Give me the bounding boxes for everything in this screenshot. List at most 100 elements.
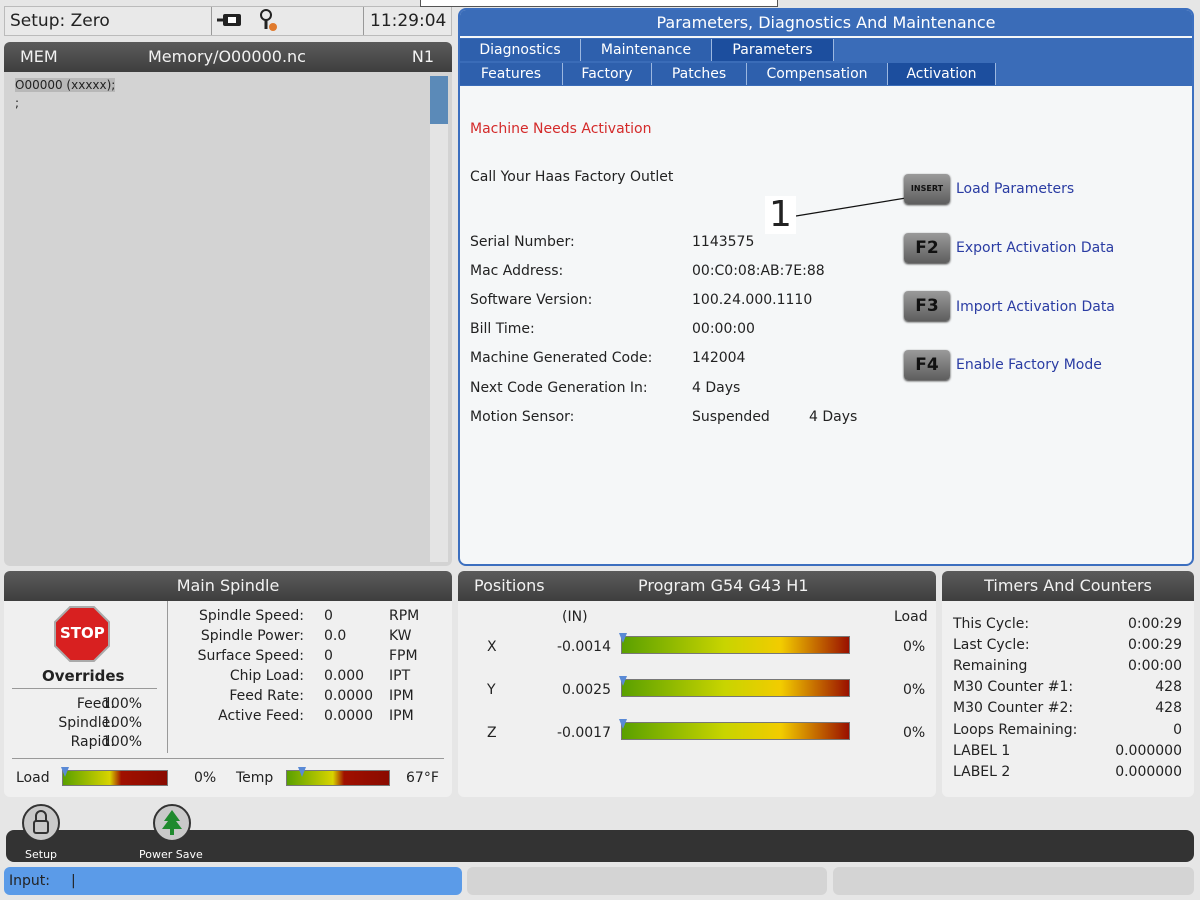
load-label: Load <box>16 770 50 786</box>
f4-key[interactable]: F4 <box>904 350 950 380</box>
clock: 11:29:04 <box>370 11 447 31</box>
timer-label: Last Cycle: <box>953 637 1030 653</box>
program-header: MEM Memory/O00000.nc N1 <box>4 42 452 72</box>
status-box <box>833 867 1194 895</box>
stat-unit: IPT <box>389 668 411 684</box>
axis-load: 0% <box>903 639 926 655</box>
divider <box>12 758 444 759</box>
axis-label: Z <box>487 725 497 741</box>
enable-factory-mode-button[interactable]: Enable Factory Mode <box>956 357 1102 373</box>
stat-value: 0.000 <box>324 668 365 684</box>
stat-unit: FPM <box>389 648 418 664</box>
load-value: 0% <box>194 770 217 786</box>
timers-panel: Timers And Counters This Cycle: 0:00:29 … <box>942 571 1194 797</box>
field-value: 100.24.000.1110 <box>692 292 813 308</box>
field-value: 00:00:00 <box>692 321 755 337</box>
timer-label: LABEL 1 <box>953 743 1011 759</box>
load-parameters-button[interactable]: Load Parameters <box>956 181 1074 197</box>
timer-label: LABEL 2 <box>953 764 1011 780</box>
stat-unit: KW <box>389 628 412 644</box>
temp-marker <box>298 767 306 777</box>
input-bar[interactable]: Input: | <box>4 867 462 895</box>
timer-value: 0.000000 <box>1115 743 1182 759</box>
callout-line <box>795 197 907 217</box>
field-value: Suspended <box>692 409 770 425</box>
axis-marker <box>619 633 627 643</box>
temp-value: 67°F <box>406 770 439 786</box>
timer-value: 0.000000 <box>1115 764 1182 780</box>
program-path: Memory/O00000.nc <box>148 47 306 66</box>
override-value: 100% <box>102 715 143 731</box>
lock-icon[interactable] <box>22 804 60 842</box>
export-activation-button[interactable]: Export Activation Data <box>956 240 1114 256</box>
scrollbar[interactable] <box>430 76 448 562</box>
field-label: Software Version: <box>470 292 593 308</box>
code-line[interactable]: O00000 (xxxxx); <box>15 78 116 92</box>
timer-value: 0:00:29 <box>1128 637 1182 653</box>
timer-label: Remaining <box>953 658 1028 674</box>
axis-label: Y <box>487 682 496 698</box>
timers-title: Timers And Counters <box>942 571 1194 601</box>
program-mode: MEM <box>20 47 58 66</box>
spindle-title: Main Spindle <box>4 571 452 601</box>
status-box <box>467 867 827 895</box>
axis-load-bar <box>621 722 850 740</box>
positions-panel: Positions Program G54 G43 H1 (IN) Load X… <box>458 571 936 797</box>
divider <box>167 601 168 753</box>
connection-icon <box>217 10 247 35</box>
program-panel: MEM Memory/O00000.nc N1 O00000 (xxxxx); … <box>4 42 452 566</box>
stat-value: 0 <box>324 648 333 664</box>
stat-label: Feed Rate: <box>229 688 304 704</box>
tree-icon[interactable] <box>153 804 191 842</box>
axis-marker <box>619 676 627 686</box>
stat-label: Active Feed: <box>218 708 304 724</box>
stat-value: 0 <box>324 608 333 624</box>
power-save-label: Power Save <box>139 848 203 861</box>
input-label: Input: <box>9 873 50 889</box>
stop-label: STOP <box>60 624 105 642</box>
load-marker <box>61 767 69 777</box>
spindle-load-bar <box>62 770 168 786</box>
stat-unit: IPM <box>389 708 414 724</box>
overrides-label: Overrides <box>42 667 125 685</box>
f3-key[interactable]: F3 <box>904 291 950 321</box>
import-activation-button[interactable]: Import Activation Data <box>956 299 1115 315</box>
setup-label: Setup <box>25 848 58 861</box>
stat-label: Chip Load: <box>229 668 304 684</box>
axis-value: 0.0025 <box>562 682 611 698</box>
code-line[interactable]: ; <box>15 96 19 110</box>
override-value: 100% <box>102 734 143 750</box>
positions-title: Positions <box>474 576 545 595</box>
divider <box>12 688 157 689</box>
field-value: 142004 <box>692 350 746 366</box>
axis-value: -0.0017 <box>556 725 611 741</box>
axis-load: 0% <box>903 725 926 741</box>
parameters-panel: Parameters, Diagnostics And Maintenance … <box>458 8 1194 566</box>
program-editor[interactable]: O00000 (xxxxx); ; <box>4 72 452 566</box>
field-extra: 4 Days <box>809 409 858 425</box>
axis-value: -0.0014 <box>556 639 611 655</box>
field-label: Motion Sensor: <box>470 409 575 425</box>
axis-label: X <box>487 639 497 655</box>
override-label: Spindle: <box>58 715 115 731</box>
stat-label: Spindle Speed: <box>199 608 304 624</box>
top-frame <box>420 0 778 7</box>
callout-number: 1 <box>765 196 796 234</box>
input-field[interactable]: | <box>71 873 76 889</box>
stat-label: Surface Speed: <box>197 648 304 664</box>
override-label: Rapid: <box>70 734 115 750</box>
status-bar: Setup: Zero 11:29:04 <box>4 6 452 36</box>
insert-key[interactable]: INSERT <box>904 174 950 204</box>
stat-unit: IPM <box>389 688 414 704</box>
probe-icon <box>257 9 281 38</box>
stat-value: 0.0 <box>324 628 347 644</box>
axis-marker <box>619 719 627 729</box>
timer-value: 428 <box>1155 679 1182 695</box>
override-label: Feed: <box>76 696 115 712</box>
scrollbar-thumb[interactable] <box>430 76 448 124</box>
override-value: 100% <box>102 696 143 712</box>
f2-key[interactable]: F2 <box>904 233 950 263</box>
field-label: Next Code Generation In: <box>470 380 648 396</box>
axis-load: 0% <box>903 682 926 698</box>
axis-load-bar <box>621 636 850 654</box>
